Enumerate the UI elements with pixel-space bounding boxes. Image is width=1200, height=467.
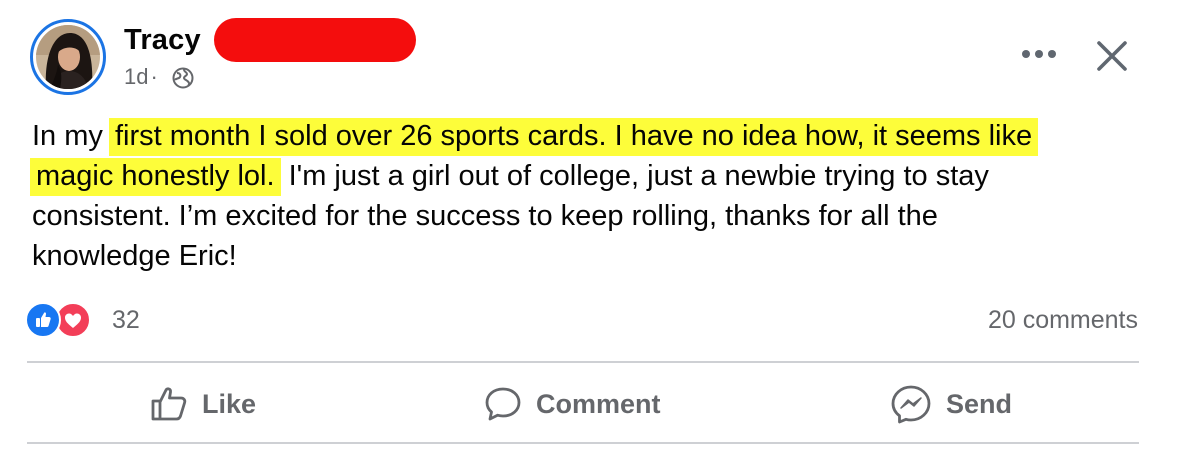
redacted-surname [214,18,416,62]
author-name[interactable]: Tracy [124,24,201,57]
facebook-post: Tracy 1d· In my first month I sold over … [0,0,1200,467]
send-label: Send [946,388,1013,419]
like-reaction-icon [25,302,61,338]
post-timestamp[interactable]: 1d [124,64,148,89]
meta-separator: · [150,64,158,89]
reaction-count[interactable]: 32 [112,306,140,335]
more-dot [1048,50,1056,58]
post-text-line: magic honestly lol. I'm just a girl out … [30,156,1162,196]
comment-button[interactable]: Comment [484,378,661,430]
close-icon[interactable] [1092,36,1132,76]
highlighted-text: magic honestly lol. [30,158,281,196]
author-avatar[interactable] [30,19,106,95]
post-text-line: consistent. I’m excited for the success … [32,200,938,232]
highlighted-text: first month I sold over 26 sports cards.… [108,118,1039,156]
more-dot [1035,50,1043,58]
comments-count-link[interactable]: 20 comments [988,306,1138,335]
divider [27,361,1139,363]
more-options-button[interactable] [1018,40,1062,68]
post-meta: 1d· [124,64,162,90]
post-text-line: In my first month I sold over 26 sports … [32,116,1162,156]
more-dot [1022,50,1030,58]
avatar-photo [36,25,100,89]
send-button[interactable]: Send [890,378,1012,430]
like-button[interactable]: Like [150,378,256,430]
text-segment: I'm just a girl out of college, just a n… [280,160,989,192]
divider [27,442,1139,444]
post-text: In my first month I sold over 26 sports … [30,116,1162,276]
comment-bubble-icon [485,387,521,421]
like-label: Like [202,388,257,419]
messenger-icon [891,385,931,424]
post-text-line: knowledge Eric! [32,240,237,272]
comment-label: Comment [536,388,661,419]
thumbs-up-icon [151,387,187,421]
globe-icon [172,67,194,89]
text-segment: In my [32,120,111,152]
